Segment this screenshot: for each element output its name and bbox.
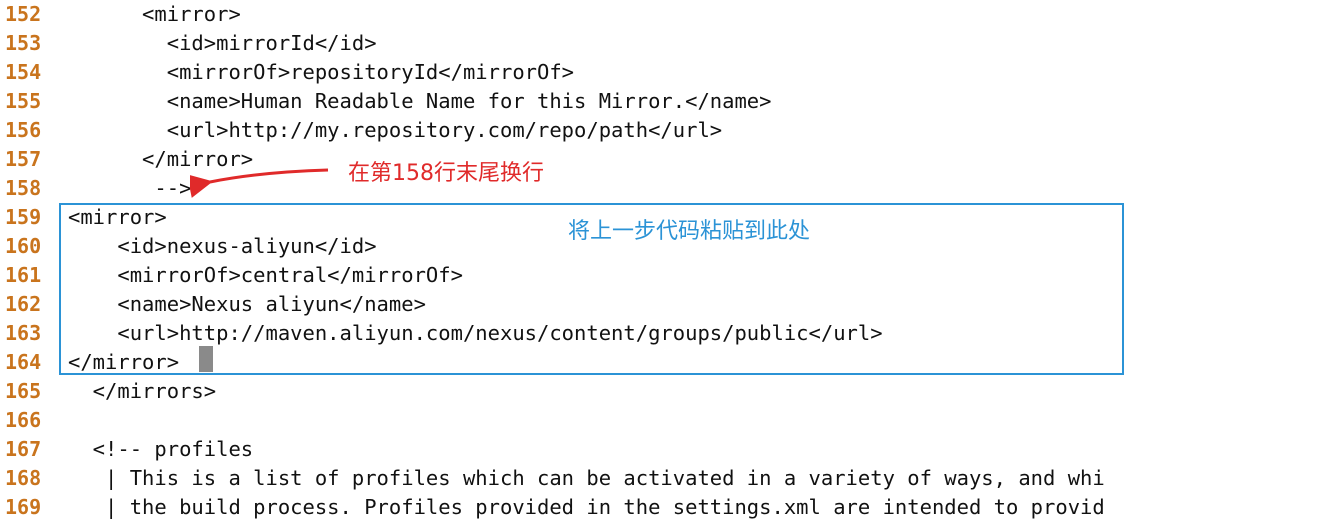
- code-line[interactable]: 154 <mirrorOf>repositoryId</mirrorOf>: [0, 58, 1320, 87]
- code-line[interactable]: 155 <name>Human Readable Name for this M…: [0, 87, 1320, 116]
- line-number: 165: [5, 379, 42, 403]
- line-number: 167: [5, 437, 42, 461]
- paste-annotation: 将上一步代码粘贴到此处: [568, 219, 811, 244]
- line-number: 153: [5, 31, 42, 55]
- line-text: <url>http://my.repository.com/repo/path<…: [68, 118, 723, 142]
- line-number: 154: [5, 60, 42, 84]
- line-number: 164: [5, 350, 42, 374]
- line-number: 166: [5, 408, 42, 432]
- line-number: 159: [5, 205, 42, 229]
- line-number: 152: [5, 2, 42, 26]
- code-line[interactable]: 165 </mirrors>: [0, 377, 1320, 406]
- line-number: 156: [5, 118, 42, 142]
- code-line[interactable]: 167 <!-- profiles: [0, 435, 1320, 464]
- line-text: <!-- profiles: [68, 437, 254, 461]
- code-line[interactable]: 153 <id>mirrorId</id>: [0, 29, 1320, 58]
- newline-annotation: 在第158行末尾换行: [348, 161, 544, 186]
- line-text: <mirror>: [68, 2, 241, 26]
- code-line[interactable]: 152 <mirror>: [0, 0, 1320, 29]
- line-number: 160: [5, 234, 42, 258]
- line-number: 163: [5, 321, 42, 345]
- red-arrow-icon: [190, 168, 329, 198]
- line-number: 168: [5, 466, 42, 490]
- line-number: 161: [5, 263, 42, 287]
- line-number: 155: [5, 89, 42, 113]
- line-text: <mirrorOf>repositoryId</mirrorOf>: [68, 60, 575, 84]
- line-text: <name>Human Readable Name for this Mirro…: [68, 89, 772, 113]
- code-line[interactable]: 168 | This is a list of profiles which c…: [0, 464, 1320, 493]
- code-line[interactable]: 166: [0, 406, 1320, 435]
- line-number: 162: [5, 292, 42, 316]
- code-line[interactable]: 156 <url>http://my.repository.com/repo/p…: [0, 116, 1320, 145]
- line-text: | This is a list of profiles which can b…: [68, 466, 1105, 490]
- line-number: 157: [5, 147, 42, 171]
- text-cursor: [199, 346, 213, 372]
- line-number: 158: [5, 176, 42, 200]
- line-text: </mirrors>: [68, 379, 217, 403]
- line-text: -->: [68, 176, 192, 200]
- line-text: <id>mirrorId</id>: [68, 31, 377, 55]
- code-editor[interactable]: 152 <mirror> 153 <id>mirrorId</id> 154 <mi…: [0, 0, 1320, 519]
